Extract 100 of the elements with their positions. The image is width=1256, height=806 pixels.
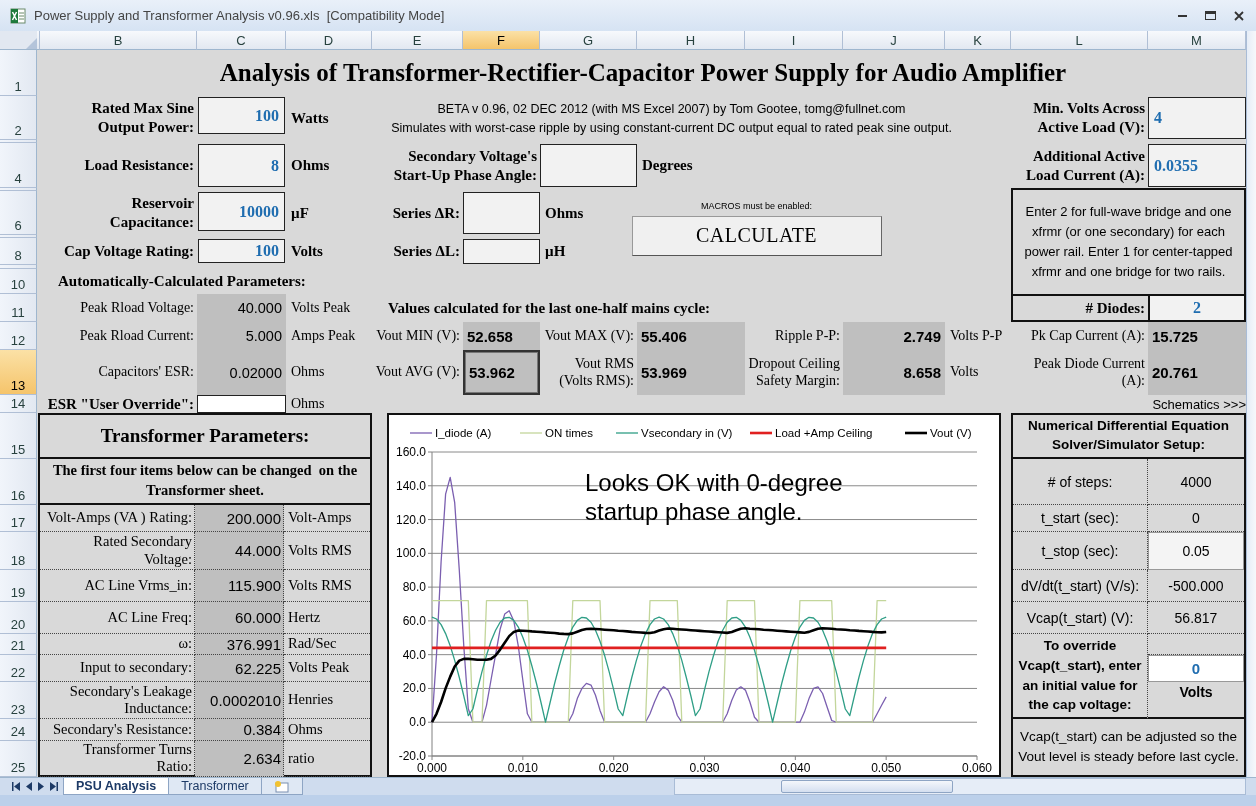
sheet-tab[interactable]: PSU Analysis <box>63 778 170 795</box>
row-header[interactable]: 22 <box>0 655 37 682</box>
row-header[interactable]: 17 <box>0 505 37 532</box>
unit-label: ratio <box>288 749 315 768</box>
column-header[interactable]: D <box>286 31 372 50</box>
column-header[interactable]: E <box>372 31 463 50</box>
column-header[interactable]: M <box>1148 31 1246 50</box>
legend-label: I_diode (A) <box>435 427 492 439</box>
unit-label: µH <box>545 242 566 261</box>
field-label: Vout RMS (Volts RMS): <box>558 355 634 390</box>
column-header[interactable]: F <box>463 31 540 50</box>
chart-annotation: Looks OK with 0-degree startup phase angle. <box>585 469 843 525</box>
row-header[interactable]: 14 <box>0 395 37 413</box>
input-field[interactable] <box>463 192 540 234</box>
field-label: t_stop (sec): <box>1041 542 1119 559</box>
y-tick-label: 100.0 <box>395 546 426 561</box>
info-text: Simulates with worst-case ripple by using constant-current DC output equal to rated peak sine output. <box>391 120 952 137</box>
column-header[interactable]: J <box>843 31 945 50</box>
input-field[interactable] <box>463 239 540 264</box>
horizontal-scrollbar[interactable] <box>674 778 1246 795</box>
column-header[interactable]: C <box>197 31 286 50</box>
input-field[interactable]: 8 <box>198 144 285 187</box>
input-field[interactable]: 100 <box>198 97 285 134</box>
unit-label: Volts RMS <box>288 576 352 595</box>
value-cell: 2.634 <box>243 749 281 767</box>
field-label: Series ΔR: <box>392 203 460 223</box>
row-header[interactable]: 24 <box>0 719 37 741</box>
legend-label: Vout (V) <box>930 427 972 439</box>
row-header[interactable]: 19 <box>0 570 37 602</box>
input-field[interactable]: 10000 <box>198 192 285 231</box>
input-field[interactable]: 100 <box>198 239 285 263</box>
row-header[interactable]: 4 <box>0 143 37 188</box>
first-sheet-icon[interactable] <box>12 782 20 791</box>
close-icon[interactable] <box>1234 10 1244 21</box>
field-label: Secondary Voltage's Start-Up Phase Angle: <box>392 146 537 185</box>
info-text: BETA v 0.96, 02 DEC 2012 (with MS Excel 2007) by Tom Gootee, tomg@fullnet.com <box>437 101 906 118</box>
value-cell: 20.761 <box>1152 364 1198 381</box>
unit-label: Degrees <box>642 156 693 175</box>
section-heading: Values calculated for the last one-half mains cycle: <box>388 298 711 318</box>
field-label: dV/dt(t_start) (V/s): <box>1020 577 1140 594</box>
value-cell: 2.749 <box>903 327 941 345</box>
row-header[interactable]: 16 <box>0 459 37 505</box>
row-header[interactable]: 13 <box>0 350 37 395</box>
value-cell: 52.658 <box>467 327 513 345</box>
input-field[interactable]: 0.05 <box>1148 532 1244 570</box>
x-tick-label: 0.030 <box>689 761 720 775</box>
macro-note: MACROS must be enabled: <box>700 200 813 211</box>
value-cell: 44.000 <box>235 542 281 559</box>
row-header[interactable]: 6 <box>0 191 37 235</box>
field-label: Load Resistance: <box>84 156 194 175</box>
row-header[interactable]: 15 <box>0 413 37 459</box>
y-tick-label: 160.0 <box>395 445 426 459</box>
value-cell: 60.000 <box>235 609 281 626</box>
y-tick-label: 40.0 <box>402 647 426 662</box>
sheet-title: Analysis of Transformer-Rectifier-Capacitor Power Supply for Audio Amplifier <box>219 59 1067 87</box>
value-cell: 53.969 <box>641 364 687 381</box>
panel-note: Vcap(t_start) can be adjusted so the Vout level is steady before last cycle. <box>1017 727 1240 766</box>
minimize-icon[interactable] <box>1178 14 1187 17</box>
unit-label: Ohms <box>291 156 330 175</box>
input-field[interactable]: 4 <box>1148 97 1246 139</box>
column-header[interactable]: B <box>40 31 197 50</box>
row-header[interactable]: 25 <box>0 741 37 777</box>
next-sheet-icon[interactable] <box>38 782 44 791</box>
schematics-link[interactable]: Schematics >>> <box>1152 396 1246 412</box>
field-label: Pk Cap Current (A): <box>1031 327 1145 345</box>
row-header[interactable]: 18 <box>0 532 37 570</box>
input-field[interactable] <box>197 395 286 413</box>
last-sheet-icon[interactable] <box>50 782 58 791</box>
value-cell: 53.962 <box>469 364 515 381</box>
maximize-icon[interactable] <box>1205 11 1216 20</box>
row-header[interactable]: 23 <box>0 682 37 719</box>
row-header[interactable]: 12 <box>0 322 37 350</box>
input-field[interactable]: 0 <box>1148 655 1244 682</box>
panel-title: Numerical Differential Equation Solver/Simulator Setup: <box>1026 417 1230 454</box>
row-header[interactable]: 2 <box>0 96 37 140</box>
unit-label: Amps Peak <box>291 327 356 345</box>
field-label: Vout AVG (V): <box>375 364 460 381</box>
field-label: Secondary's Resistance: <box>52 720 192 739</box>
row-header[interactable]: 20 <box>0 602 37 634</box>
column-header[interactable]: L <box>1011 31 1148 50</box>
row-header[interactable]: 8 <box>0 238 37 265</box>
value-cell: 0.384 <box>243 721 281 738</box>
row-header[interactable]: 21 <box>0 634 37 655</box>
row-header[interactable]: 1 <box>0 50 37 96</box>
column-header[interactable]: I <box>745 31 843 50</box>
unit-label: Volts <box>291 242 323 261</box>
column-header[interactable]: H <box>637 31 745 50</box>
calculate-button[interactable]: CALCULATE <box>631 215 882 256</box>
input-field[interactable]: 0.0355 <box>1148 144 1246 187</box>
column-header[interactable]: G <box>540 31 637 50</box>
row-header[interactable]: 10 <box>0 269 37 294</box>
input-field[interactable] <box>540 144 637 187</box>
column-header[interactable]: K <box>945 31 1011 50</box>
panel-title: Transformer Parameters: <box>100 425 310 447</box>
x-tick-label: 0.020 <box>598 761 629 775</box>
sheet-tab[interactable]: Transformer <box>168 778 262 795</box>
row-header[interactable]: 11 <box>0 294 37 322</box>
vertical-scrollbar[interactable] <box>1246 31 1256 777</box>
previous-sheet-icon[interactable] <box>26 782 32 791</box>
field-label: Peak Diode Current (A): <box>1032 355 1145 390</box>
